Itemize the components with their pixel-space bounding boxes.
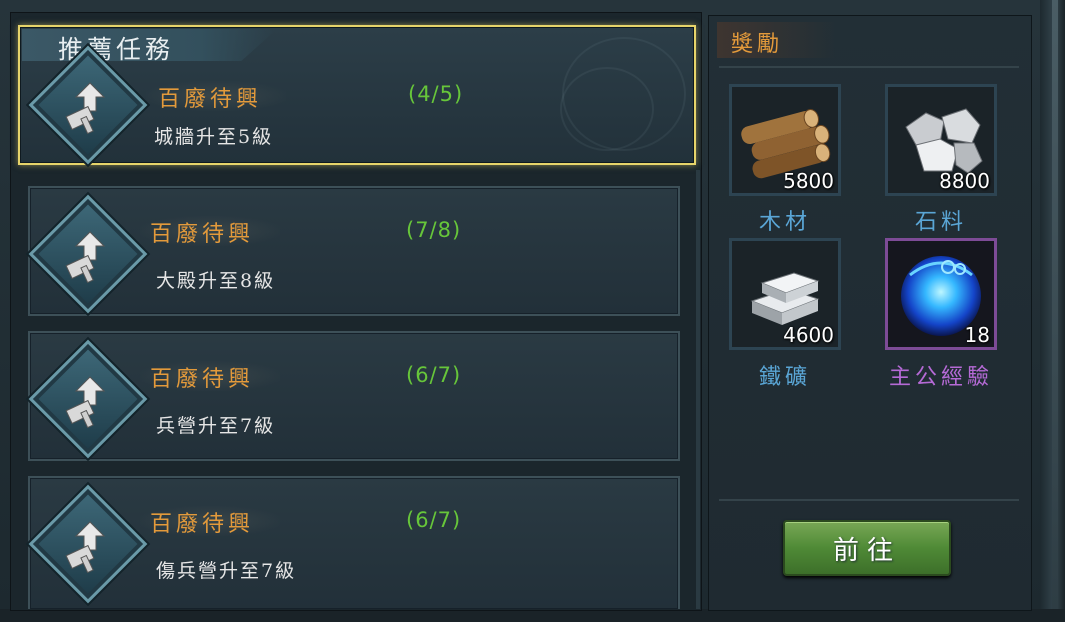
task-progress: (7/8): [406, 218, 462, 242]
task-name: 百廢待興: [158, 87, 263, 112]
task-card[interactable]: 百廢待興 (6/7) 兵營升至7級: [28, 331, 680, 461]
task-description: 大殿升至8級: [156, 270, 276, 292]
task-name: 百廢待興: [150, 222, 255, 247]
task-progress: (6/7): [406, 363, 462, 387]
task-progress: (4/5): [408, 82, 464, 106]
item-count: 18: [964, 323, 990, 347]
cloud-pattern-icon: [560, 67, 654, 151]
divider: [719, 499, 1019, 501]
task-card[interactable]: 百廢待興 (7/8) 大殿升至8級: [28, 186, 680, 316]
build-upgrade-icon: [28, 339, 148, 459]
item-count: 5800: [783, 169, 834, 193]
item-count: 4600: [783, 323, 834, 347]
reward-item-stone[interactable]: 8800: [885, 84, 997, 196]
edge-bar: [1052, 0, 1058, 609]
task-name: 百廢待興: [150, 512, 255, 537]
build-upgrade-icon: [28, 194, 148, 314]
window-right-edge: [1040, 0, 1065, 609]
item-count: 8800: [939, 169, 990, 193]
reward-item-wood[interactable]: 5800: [729, 84, 841, 196]
item-label: 石料: [914, 210, 967, 235]
task-list-scroll-edge: [696, 170, 700, 609]
task-name: 百廢待興: [150, 367, 255, 392]
reward-item-lord-exp[interactable]: 18: [885, 238, 997, 350]
task-card[interactable]: 百廢待興 (6/7) 傷兵營升至7級: [28, 476, 680, 609]
go-button-label: 前往: [832, 535, 901, 566]
divider: [719, 66, 1019, 68]
reward-item-iron[interactable]: 4600: [729, 238, 841, 350]
item-label: 主公經驗: [888, 365, 993, 390]
task-description: 城牆升至5級: [154, 126, 274, 148]
task-description: 兵營升至7級: [156, 415, 276, 437]
reward-title: 獎勵: [731, 32, 784, 57]
item-label: 鐵礦: [758, 365, 811, 390]
build-upgrade-icon: [28, 484, 148, 604]
item-label: 木材: [758, 210, 811, 235]
featured-task-card[interactable]: 推薦任務 百廢待興 (4/5) 城牆升至5級: [18, 25, 696, 165]
task-description: 傷兵營升至7級: [156, 560, 297, 582]
task-progress: (6/7): [406, 508, 462, 532]
go-button[interactable]: 前往: [783, 520, 951, 576]
